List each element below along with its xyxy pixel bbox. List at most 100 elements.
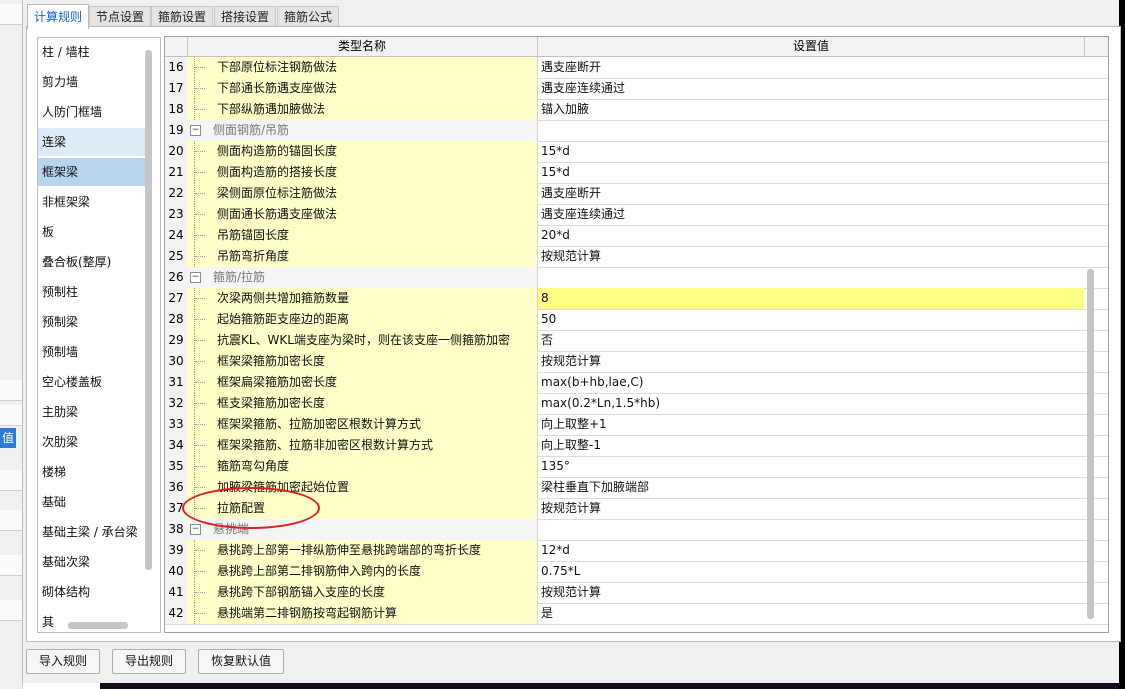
grid-row[interactable]: 35 箍筋弯勾角度 135°	[165, 456, 1108, 478]
collapse-toggle-icon[interactable]: −	[190, 524, 201, 535]
tab-calc-rules[interactable]: 计算规则	[27, 4, 90, 29]
category-item[interactable]: 主肋梁	[38, 398, 152, 426]
grid-row[interactable]: 37 拉筋配置 按规范计算	[165, 498, 1108, 520]
rebar-settings-dialog: 计算规则 节点设置 箍筋设置 搭接设置 箍筋公式 柱 / 墙柱 剪力墙 人防门框墙连…	[22, 0, 1121, 683]
setting-value-cell[interactable]: 向上取整+1	[538, 414, 1084, 435]
collapse-toggle-icon[interactable]: −	[190, 125, 201, 136]
restore-defaults-button[interactable]: 恢复默认值	[198, 649, 285, 674]
category-item[interactable]: 柱 / 墙柱	[38, 38, 152, 66]
setting-value-cell[interactable]: 135°	[538, 456, 1084, 477]
grid-row[interactable]: 34 框架梁箍筋、拉筋非加密区根数计算方式 向上取整-1	[165, 435, 1108, 457]
tree-line	[195, 151, 205, 152]
grid-row[interactable]: 39 悬挑跨上部第一排纵筋伸至悬挑跨端部的弯折长度 12*d	[165, 540, 1108, 562]
grid-row[interactable]: 21 侧面构造筋的搭接长度 15*d	[165, 162, 1108, 184]
row-number: 40	[165, 561, 188, 582]
grid-group-row[interactable]: 19− 侧面钢筋/吊筋	[165, 120, 1108, 142]
grid-row[interactable]: 31 框架扁梁箍筋加密长度 max(b+hb,lae,C)	[165, 372, 1108, 394]
category-scrollbar-vertical[interactable]	[145, 50, 152, 570]
grid-row[interactable]: 29 抗震KL、WKL端支座为梁时，则在该支座一侧箍筋加密 否	[165, 330, 1108, 352]
tab-stirrup-formula[interactable]: 箍筋公式	[277, 6, 340, 27]
collapse-toggle-icon[interactable]: −	[190, 272, 201, 283]
setting-value-cell[interactable]: 按规范计算	[538, 351, 1084, 372]
tree-line	[195, 445, 205, 446]
grid-row[interactable]: 17 下部通长筋遇支座做法 遇支座连续通过	[165, 78, 1108, 100]
grid-scrollbar-vertical[interactable]	[1087, 269, 1094, 619]
grid-row[interactable]: 16 下部原位标注钢筋做法 遇支座断开	[165, 57, 1108, 79]
setting-value-cell[interactable]: 8	[538, 288, 1084, 309]
setting-value-cell[interactable]: 否	[538, 330, 1084, 351]
setting-value-cell[interactable]: 遇支座连续通过	[538, 204, 1084, 225]
category-item[interactable]: 楼梯	[38, 458, 152, 486]
tab-node-settings[interactable]: 节点设置	[89, 6, 152, 27]
category-item[interactable]: 板	[38, 218, 152, 246]
grid-row[interactable]: 20 侧面构造筋的锚固长度 15*d	[165, 141, 1108, 163]
category-item[interactable]: 非框架梁	[38, 188, 152, 216]
setting-value-cell[interactable]: 锚入加腋	[538, 99, 1084, 120]
grid-row[interactable]: 27 次梁两侧共增加箍筋数量 8	[165, 288, 1108, 310]
category-item[interactable]: 叠合板(整厚)	[38, 248, 152, 276]
background-cad-bottom	[100, 683, 1118, 689]
setting-value-cell[interactable]: max(0.2*Ln,1.5*hb)	[538, 393, 1084, 414]
category-item[interactable]: 基础主梁 / 承台梁	[38, 518, 152, 546]
type-name-cell: 侧面构造筋的锚固长度	[187, 141, 538, 162]
category-item[interactable]: 预制墙	[38, 338, 152, 366]
setting-value-cell[interactable]: 向上取整-1	[538, 435, 1084, 456]
category-item[interactable]: 砌体结构	[38, 578, 152, 606]
grid-row[interactable]: 25 吊筋弯折角度 按规范计算	[165, 246, 1108, 268]
category-item[interactable]: 剪力墙	[38, 68, 152, 96]
grid-group-row[interactable]: 38− 悬挑端	[165, 519, 1108, 541]
category-item[interactable]: 空心楼盖板	[38, 368, 152, 396]
type-name-cell: 悬挑端第二排钢筋按弯起钢筋计算	[187, 603, 538, 624]
rules-grid: 类型名称 设置值 16 下部原位标注钢筋做法 遇支座断开 17 下部通长筋遇支座做法 遇支…	[164, 36, 1109, 633]
setting-value-cell[interactable]: 梁柱垂直下加腋端部	[538, 477, 1084, 498]
import-rules-button[interactable]: 导入规则	[26, 649, 101, 674]
setting-value-cell[interactable]: 15*d	[538, 162, 1084, 183]
setting-value-cell[interactable]: 12*d	[538, 540, 1084, 561]
grid-row[interactable]: 42 悬挑端第二排钢筋按弯起钢筋计算 是	[165, 603, 1108, 625]
row-number: 38	[165, 519, 188, 540]
grid-row[interactable]: 36 加腋梁箍筋加密起始位置 梁柱垂直下加腋端部	[165, 477, 1108, 499]
setting-value-cell[interactable]: 20*d	[538, 225, 1084, 246]
grid-row[interactable]: 30 框架梁箍筋加密长度 按规范计算	[165, 351, 1108, 373]
category-item[interactable]: 基础	[38, 488, 152, 516]
type-name-text: 框架扁梁箍筋加密长度	[217, 375, 338, 389]
tab-stirrup-settings[interactable]: 箍筋设置	[151, 6, 214, 27]
setting-value-cell[interactable]: 0.75*L	[538, 561, 1084, 582]
category-item[interactable]: 连梁	[38, 128, 152, 156]
category-item[interactable]: 基础次梁	[38, 548, 152, 576]
grid-row[interactable]: 32 框支梁箍筋加密长度 max(0.2*Ln,1.5*hb)	[165, 393, 1108, 415]
setting-value-cell[interactable]: max(b+hb,lae,C)	[538, 372, 1084, 393]
grid-row[interactable]: 28 起始箍筋距支座边的距离 50	[165, 309, 1108, 331]
grid-row[interactable]: 33 框架梁箍筋、拉筋加密区根数计算方式 向上取整+1	[165, 414, 1108, 436]
row-number: 16	[165, 57, 188, 78]
category-scrollbar-horizontal[interactable]	[68, 622, 128, 629]
category-item[interactable]: 人防门框墙	[38, 98, 152, 126]
setting-value-cell[interactable]: 按规范计算	[538, 246, 1084, 267]
setting-value-cell[interactable]: 是	[538, 603, 1084, 624]
setting-value-cell[interactable]: 遇支座连续通过	[538, 78, 1084, 99]
tree-line	[195, 403, 205, 404]
category-item[interactable]: 次肋梁	[38, 428, 152, 456]
grid-row[interactable]: 18 下部纵筋遇加腋做法 锚入加腋	[165, 99, 1108, 121]
grid-row[interactable]: 40 悬挑跨上部第二排钢筋伸入跨内的长度 0.75*L	[165, 561, 1108, 583]
category-item[interactable]: 预制梁	[38, 308, 152, 336]
header-setting-value: 设置值	[538, 37, 1085, 56]
grid-row[interactable]: 23 侧面通长筋遇支座做法 遇支座连续通过	[165, 204, 1108, 226]
category-item[interactable]: 其	[38, 608, 152, 632]
category-item[interactable]: 框架梁	[38, 158, 152, 186]
category-item[interactable]: 预制柱	[38, 278, 152, 306]
tab-lap-settings[interactable]: 搭接设置	[214, 6, 277, 27]
setting-value-cell[interactable]: 50	[538, 309, 1084, 330]
grid-row[interactable]: 41 悬挑跨下部钢筋锚入支座的长度 按规范计算	[165, 582, 1108, 604]
setting-value-cell[interactable]: 按规范计算	[538, 582, 1084, 603]
grid-row[interactable]: 24 吊筋锚固长度 20*d	[165, 225, 1108, 247]
grid-row[interactable]: 22 梁侧面原位标注筋做法 遇支座断开	[165, 183, 1108, 205]
setting-value-cell[interactable]: 15*d	[538, 141, 1084, 162]
export-rules-button[interactable]: 导出规则	[112, 649, 187, 674]
type-name-text: 箍筋弯勾角度	[217, 459, 290, 473]
setting-value-cell[interactable]: 遇支座断开	[538, 57, 1084, 78]
setting-value-cell[interactable]: 按规范计算	[538, 498, 1084, 519]
tree-line	[195, 109, 205, 110]
grid-group-row[interactable]: 26− 箍筋/拉筋	[165, 267, 1108, 289]
setting-value-cell[interactable]: 遇支座断开	[538, 183, 1084, 204]
